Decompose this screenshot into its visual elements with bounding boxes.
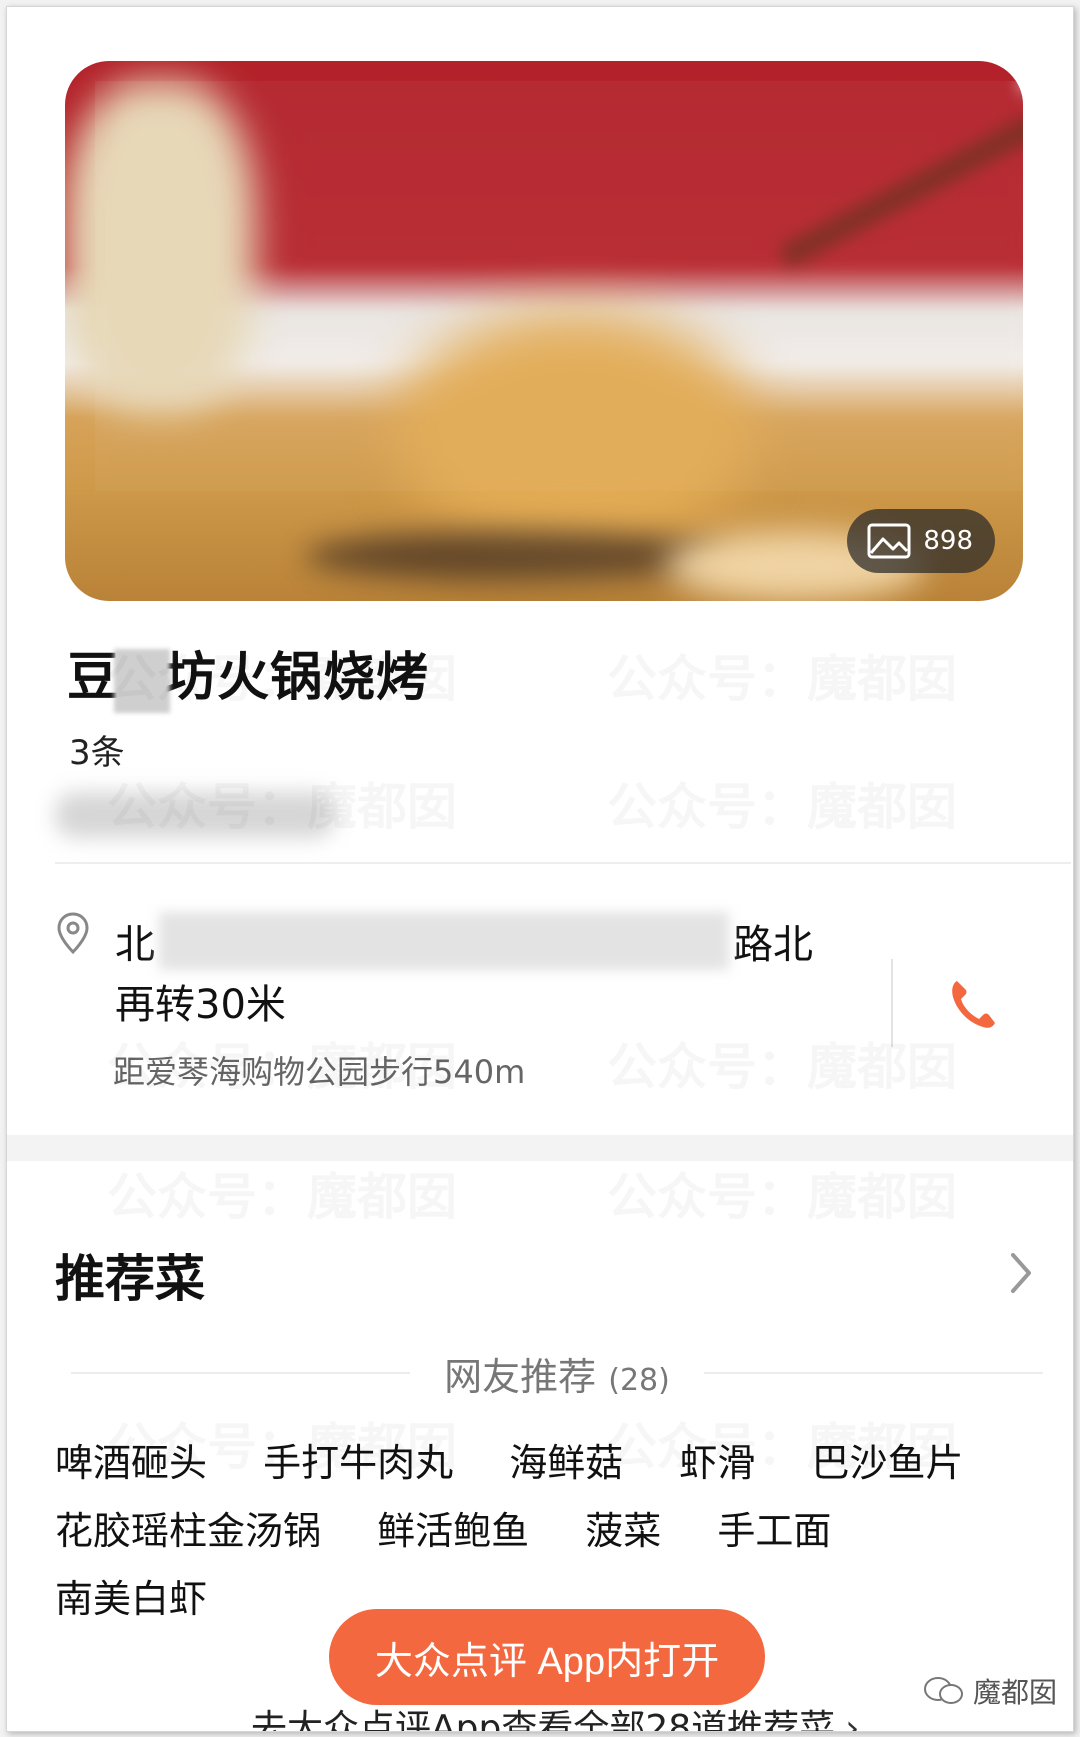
photo-blur-region [305,531,725,581]
distance-info: 距爱琴海购物公园步行540m [113,1053,526,1091]
dish-item[interactable]: 菠菜 [585,1497,661,1565]
recommend-count: (28) [608,1362,670,1398]
wechat-icon [924,1677,963,1704]
phone-icon[interactable] [949,977,997,1031]
shop-title-start: 豆 [67,648,121,708]
redacted-address [159,912,729,970]
recommend-title: 推荐菜 [55,1250,205,1308]
review-count[interactable]: 3条 [69,725,125,774]
shop-cover-photo[interactable]: 898 [65,61,1023,601]
recommend-source-label: 网友推荐 [444,1354,597,1399]
recommend-subheader: 网友推荐 (28) [71,1345,1044,1401]
watermark: 公众号：魔都囡 [607,639,957,711]
address-start: 北 [115,922,155,968]
address-line-1[interactable]: 北 路北 [115,912,813,970]
dish-item[interactable]: 手工面 [717,1497,831,1565]
dish-item[interactable]: 花胶瑶柱金汤锅 [55,1497,321,1565]
divider [71,1372,411,1374]
photo-count-badge[interactable]: 898 [847,509,995,573]
watermark: 公众号：魔都囡 [107,1157,457,1229]
dish-item[interactable]: 虾滑 [679,1429,755,1497]
see-all-label: 去大众点评App查看全部28道推荐菜 [251,1708,836,1732]
vertical-divider [891,959,893,1047]
photo-count: 898 [923,526,973,556]
image-icon [867,523,911,559]
divider [703,1372,1044,1374]
redacted-text [114,649,171,713]
redacted-info [55,792,335,838]
photo-blur-mask [95,81,1023,491]
watermark: 公众号：魔都囡 [607,1157,957,1229]
watermark: 公众号：魔都囡 [607,767,957,839]
divider [55,862,1071,864]
recommend-source: 网友推荐 (28) [410,1346,704,1401]
address-end: 路北 [733,922,813,968]
address-line-2[interactable]: 再转30米 [115,972,286,1030]
chevron-right-icon: › [845,1708,860,1732]
wechat-account-name: 魔都囡 [973,1676,1058,1709]
watermark: 公众号：魔都囡 [607,1027,957,1099]
dish-item[interactable]: 巴沙鱼片 [811,1429,963,1497]
dish-item[interactable]: 南美白虾 [55,1565,207,1633]
shop-title-end: 坊火锅烧烤 [164,648,430,708]
section-separator [7,1135,1073,1161]
wechat-account-tag: 魔都囡 [923,1671,1057,1711]
open-in-app-button[interactable]: 大众点评 App内打开 [329,1609,765,1705]
shop-title: 豆坊火锅烧烤 [67,635,429,713]
dish-item[interactable]: 手打牛肉丸 [263,1429,453,1497]
chevron-right-icon[interactable] [1007,1251,1035,1295]
dish-item[interactable]: 啤酒砸头 [55,1429,207,1497]
dish-item[interactable]: 海鲜菇 [509,1429,623,1497]
dish-list: 啤酒砸头 手打牛肉丸 海鲜菇 虾滑 巴沙鱼片 花胶瑶柱金汤锅 鲜活鲍鱼 菠菜 手… [55,1429,1015,1633]
dish-item[interactable]: 鲜活鲍鱼 [377,1497,529,1565]
screenshot-frame: 898 豆坊火锅烧烤 3条 北 路北 再转30米 距爱琴海购物公园步行540m … [6,6,1074,1732]
location-pin-icon [57,912,89,954]
